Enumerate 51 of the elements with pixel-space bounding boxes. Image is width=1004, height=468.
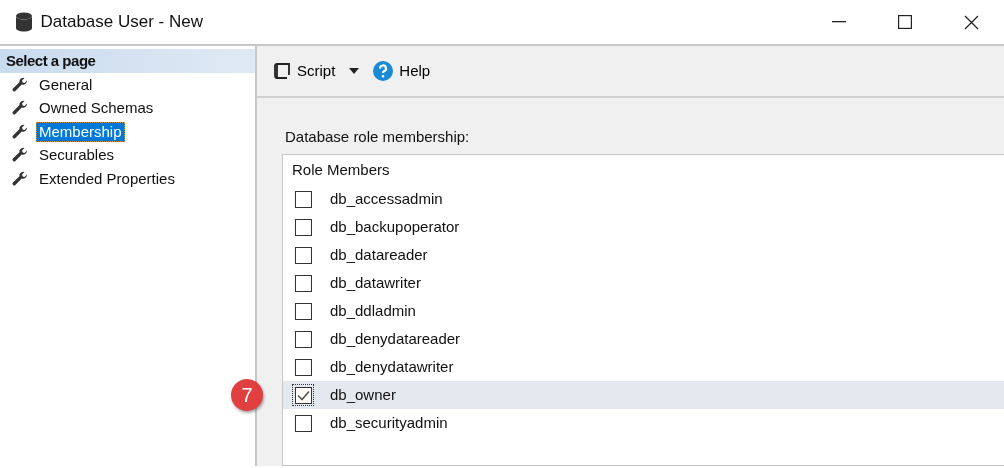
list-row[interactable]: db_owner	[283, 381, 1004, 409]
close-icon	[963, 14, 979, 30]
database-icon	[15, 12, 33, 32]
checkbox[interactable]	[294, 218, 312, 236]
role-name: db_securityadmin	[330, 412, 448, 433]
checkbox[interactable]	[294, 414, 312, 432]
wrench-icon	[12, 147, 28, 164]
help-icon	[373, 61, 394, 81]
list-row[interactable]: db_denydatawriter	[283, 353, 1004, 381]
sidebar-item[interactable]: General	[36, 74, 96, 95]
column-header: Role Members	[291, 159, 391, 180]
help-button[interactable]: Help	[369, 59, 435, 83]
window-title: Database User - New	[40, 11, 203, 34]
sidebar-item[interactable]: Securables	[36, 145, 118, 166]
list-row[interactable]: db_accessadmin	[283, 185, 1004, 213]
role-name: db_owner	[330, 384, 396, 405]
group-label: Database role membership:	[285, 127, 471, 147]
sidebar-item[interactable]: Membership	[36, 121, 125, 142]
checkbox[interactable]	[294, 330, 312, 348]
wrench-icon	[12, 76, 28, 93]
role-name: db_denydatawriter	[330, 356, 454, 377]
wrench-icon	[12, 100, 28, 117]
sidebar-item[interactable]: Extended Properties	[36, 168, 178, 189]
role-name: db_backupoperator	[330, 216, 460, 237]
checkbox[interactable]	[294, 358, 312, 376]
list-row[interactable]: db_datawriter	[283, 269, 1004, 297]
checkbox[interactable]	[294, 386, 312, 404]
list-row[interactable]: db_datareader	[283, 241, 1004, 269]
list-row[interactable]: db_ddladmin	[283, 297, 1004, 325]
script-icon	[273, 62, 291, 80]
caret-icon	[349, 68, 360, 74]
checkbox[interactable]	[294, 190, 312, 208]
checkbox[interactable]	[294, 246, 312, 264]
list-row[interactable]: db_securityadmin	[283, 409, 1004, 437]
wrench-icon	[12, 123, 28, 140]
list-row[interactable]: db_backupoperator	[283, 213, 1004, 241]
wrench-icon	[12, 170, 28, 187]
maximize-icon	[898, 15, 912, 29]
role-name: db_ddladmin	[330, 300, 416, 321]
role-name: db_accessadmin	[330, 188, 443, 209]
script-button[interactable]: Script	[269, 59, 340, 83]
checkbox[interactable]	[294, 302, 312, 320]
role-name: db_datawriter	[330, 272, 421, 293]
list-row[interactable]: db_denydatareader	[283, 325, 1004, 353]
callout-badge: 7	[231, 379, 263, 411]
role-name: db_denydatareader	[330, 328, 461, 349]
sidebar-item[interactable]: Owned Schemas	[36, 98, 157, 119]
minimize-icon	[832, 21, 846, 23]
role-name: db_datareader	[330, 244, 428, 265]
sidebar-header: Select a page	[0, 49, 255, 73]
checkbox[interactable]	[294, 274, 312, 292]
